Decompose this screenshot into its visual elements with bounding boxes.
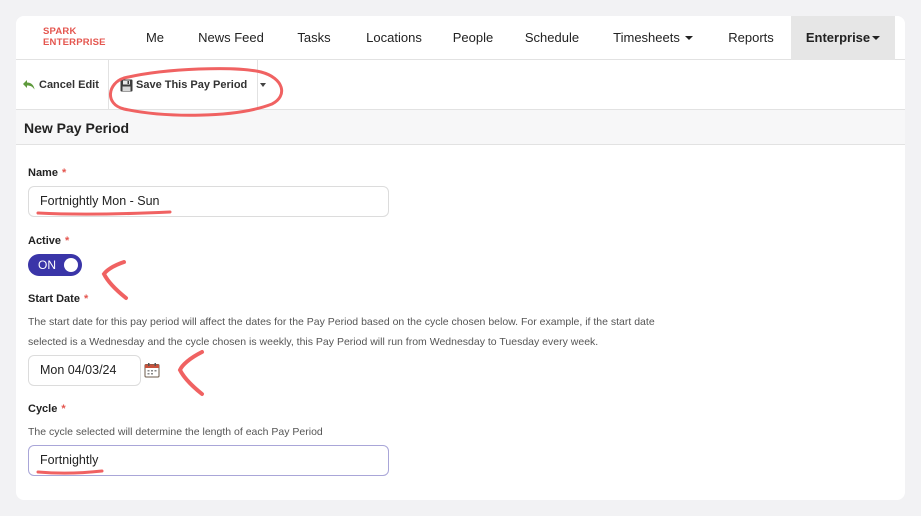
nav-item-reports[interactable]: Reports xyxy=(723,16,779,60)
toggle-state-label: ON xyxy=(38,258,56,272)
toolbar-divider xyxy=(257,60,258,110)
nav-item-label: Tasks xyxy=(297,30,331,45)
start-date-field-label: Start Date * xyxy=(28,293,88,305)
required-marker: * xyxy=(65,235,70,247)
toggle-knob xyxy=(64,258,78,272)
nav-item-enterprise[interactable]: Enterprise xyxy=(791,16,895,60)
form-section-header: New Pay Period xyxy=(16,110,905,145)
cycle-label-text: Cycle xyxy=(28,403,58,415)
nav-item-people[interactable]: People xyxy=(448,16,498,60)
active-toggle[interactable]: ON xyxy=(28,254,82,276)
cancel-edit-button[interactable]: Cancel Edit xyxy=(22,60,99,110)
cycle-value: Fortnightly xyxy=(40,453,99,467)
help-line: The cycle selected will determine the le… xyxy=(28,426,323,438)
action-toolbar: Cancel Edit Save This Pay Period xyxy=(16,60,905,110)
save-pay-period-label: Save This Pay Period xyxy=(136,79,248,91)
nav-item-schedule[interactable]: Schedule xyxy=(519,16,585,60)
required-marker: * xyxy=(61,167,67,179)
start-date-label-text: Start Date xyxy=(28,293,80,305)
help-line: selected is a Wednesday and the cycle ch… xyxy=(28,336,599,348)
app-window: SPARK ENTERPRISE Me News Feed Tasks Loca… xyxy=(16,16,905,500)
nav-item-label: Timesheets xyxy=(613,30,680,45)
cycle-select[interactable]: Fortnightly xyxy=(28,445,389,476)
nav-item-label: Locations xyxy=(366,30,422,45)
undo-arrow-icon xyxy=(23,80,35,90)
nav-item-label: Schedule xyxy=(524,30,580,45)
calendar-icon[interactable] xyxy=(144,362,160,378)
page-title: New Pay Period xyxy=(24,120,130,136)
active-field-label: Active * xyxy=(28,235,69,247)
top-navigation: SPARK ENTERPRISE Me News Feed Tasks Loca… xyxy=(16,16,905,60)
name-label-text: Name xyxy=(28,167,58,179)
nav-item-tasks[interactable]: Tasks xyxy=(292,16,336,60)
required-marker: * xyxy=(61,403,66,415)
nav-item-label: Me xyxy=(145,30,165,45)
brand-line-2: ENTERPRISE xyxy=(43,37,106,48)
chevron-down-icon[interactable] xyxy=(260,83,266,87)
start-date-input[interactable]: Mon 04/03/24 xyxy=(28,355,141,386)
active-label-text: Active xyxy=(28,235,62,247)
name-input[interactable]: Fortnightly Mon - Sun xyxy=(28,186,389,217)
start-date-help-text: The start date for this pay period will … xyxy=(28,312,728,352)
annotation-chevron xyxy=(177,350,204,396)
save-pay-period-button[interactable]: Save This Pay Period xyxy=(120,60,247,110)
floppy-disk-icon xyxy=(120,79,133,92)
nav-item-label: News Feed xyxy=(198,30,264,45)
required-marker: * xyxy=(83,293,89,305)
toolbar-divider xyxy=(108,60,109,110)
annotation-chevron xyxy=(101,260,128,300)
start-date-value: Mon 04/03/24 xyxy=(40,363,117,377)
cycle-field-label: Cycle * xyxy=(28,403,66,415)
help-line: The start date for this pay period will … xyxy=(28,316,655,328)
name-input-value: Fortnightly Mon - Sun xyxy=(40,194,160,208)
chevron-down-icon xyxy=(872,35,881,40)
nav-item-label: Enterprise xyxy=(805,30,871,45)
cycle-help-text: The cycle selected will determine the le… xyxy=(28,422,728,442)
nav-item-locations[interactable]: Locations xyxy=(359,16,429,60)
nav-item-news-feed[interactable]: News Feed xyxy=(192,16,270,60)
nav-item-timesheets[interactable]: Timesheets xyxy=(608,16,698,60)
brand-line-1: SPARK xyxy=(43,26,77,37)
nav-item-label: Reports xyxy=(728,30,774,45)
cancel-edit-label: Cancel Edit xyxy=(39,79,99,91)
nav-item-label: People xyxy=(452,30,494,45)
brand-logo[interactable]: SPARK ENTERPRISE xyxy=(43,26,106,48)
chevron-down-icon xyxy=(684,35,693,40)
name-field-label: Name * xyxy=(28,167,66,179)
nav-item-me[interactable]: Me xyxy=(138,16,172,60)
